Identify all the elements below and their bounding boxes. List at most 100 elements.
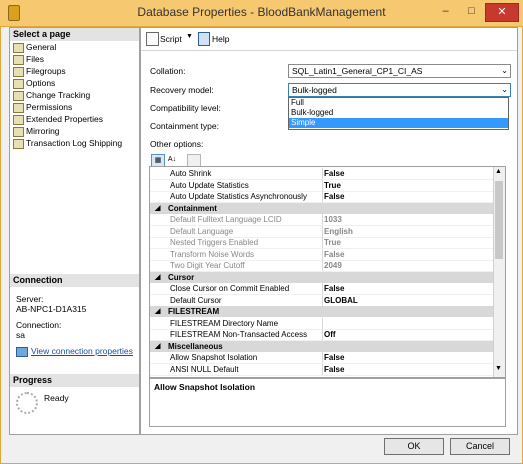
grid-row[interactable]: Allow Snapshot Isolation False (150, 352, 493, 364)
sidebar-item[interactable]: Files (10, 53, 139, 65)
scroll-thumb[interactable] (495, 181, 503, 259)
sidebar-item[interactable]: Options (10, 77, 139, 89)
grid-row[interactable]: Default Cursor GLOBAL (150, 294, 493, 307)
grid-row[interactable]: Close Cursor on Commit Enabled False (150, 283, 493, 295)
progress-header: Progress (10, 374, 139, 387)
property-value[interactable]: False (324, 168, 344, 179)
grid-category[interactable]: ◢ FILESTREAM (150, 306, 493, 317)
minimize-button[interactable]: – (433, 3, 458, 20)
property-name: FILESTREAM Non-Transacted Access (168, 329, 323, 340)
sidebar-item[interactable]: Change Tracking (10, 89, 139, 101)
sidebar-item-label: General (26, 42, 57, 52)
page-icon (13, 127, 24, 137)
property-value[interactable]: True (324, 180, 341, 191)
grid-scrollbar[interactable]: ▲ ▼ (493, 167, 505, 377)
server-label: Server: (16, 294, 44, 304)
sidebar-item-label: Files (26, 54, 44, 64)
grid-row[interactable]: Two Digit Year Cutoff 2049 (150, 260, 493, 272)
collapse-icon[interactable]: ◢ (155, 341, 160, 352)
grid-row[interactable]: FILESTREAM Directory Name (150, 317, 493, 330)
recovery-model-select[interactable]: Bulk-logged ⌄ (288, 83, 511, 97)
property-name: FILESTREAM Directory Name (168, 317, 323, 329)
property-name: Default Cursor (168, 294, 323, 306)
containment-type-label: Containment type: (150, 121, 219, 131)
recovery-option[interactable]: Full (289, 98, 508, 108)
grid-row[interactable]: Default Fulltext Language LCID 1033 (150, 214, 493, 226)
script-icon (146, 32, 159, 46)
chevron-down-icon: ⌄ (501, 85, 508, 94)
progress-spinner-icon (16, 392, 38, 414)
property-value[interactable]: False (324, 283, 344, 294)
page-icon (13, 55, 24, 65)
recovery-model-label: Recovery model: (150, 85, 214, 95)
collapse-icon[interactable]: ◢ (155, 272, 160, 283)
property-name: Auto Shrink (168, 168, 323, 179)
property-value[interactable]: False (324, 249, 344, 260)
sidebar-item[interactable]: Extended Properties (10, 113, 139, 125)
property-value[interactable]: 2049 (324, 260, 342, 271)
sidebar-item-label: Transaction Log Shipping (26, 138, 123, 148)
other-options-label: Other options: (150, 139, 204, 149)
sidebar-item[interactable]: Mirroring (10, 125, 139, 137)
grid-row[interactable]: Auto Shrink False (150, 168, 493, 180)
ok-button[interactable]: OK (384, 438, 444, 455)
sidebar-item[interactable]: General (10, 41, 139, 53)
property-name: Auto Update Statistics (168, 179, 323, 191)
page-list: General Files Filegroups Options Change Trac… (10, 41, 139, 149)
recovery-option[interactable]: Bulk-logged (289, 108, 508, 118)
recovery-model-dropdown: Full Bulk-logged Simple (288, 97, 509, 130)
sidebar-item[interactable]: Transaction Log Shipping (10, 137, 139, 149)
property-name: Nested Triggers Enabled (168, 237, 323, 248)
grid-row[interactable]: ANSI NULL Default False (150, 363, 493, 376)
sidebar-item-label: Filegroups (26, 66, 66, 76)
grid-category[interactable]: ◢ Miscellaneous (150, 340, 493, 352)
collapse-icon[interactable]: ◢ (155, 203, 160, 214)
connection-properties-icon (16, 347, 28, 357)
scroll-down-icon[interactable]: ▼ (495, 365, 502, 372)
grid-row[interactable]: Auto Update Statistics True (150, 179, 493, 192)
property-value[interactable]: False (324, 191, 344, 202)
chevron-down-icon: ⌄ (501, 66, 508, 75)
grid-row[interactable]: Auto Update Statistics Asynchronously Fal… (150, 191, 493, 203)
page-icon (13, 103, 24, 113)
property-value[interactable]: Off (324, 329, 336, 340)
property-name: ANSI NULL Default (168, 363, 323, 375)
script-dropdown-icon[interactable]: ▼ (186, 33, 193, 40)
sidebar-item-label: Mirroring (26, 126, 60, 136)
view-connection-properties-link[interactable]: View connection properties (31, 346, 133, 356)
property-value[interactable]: 1033 (324, 214, 342, 225)
grid-row[interactable]: Transform Noise Words False (150, 248, 493, 261)
recovery-model-value: Bulk-logged (292, 85, 337, 95)
sidebar-item[interactable]: Filegroups (10, 65, 139, 77)
cancel-button[interactable]: Cancel (450, 438, 510, 455)
progress-status: Ready (44, 393, 69, 403)
help-button[interactable]: Help (212, 34, 229, 44)
category-label: Cursor (168, 272, 195, 282)
grid-row[interactable]: Nested Triggers Enabled True (150, 237, 493, 249)
select-page-header: Select a page (10, 28, 139, 41)
property-value[interactable]: True (324, 237, 341, 248)
property-value[interactable]: False (324, 352, 344, 363)
property-name: Default Fulltext Language LCID (168, 214, 323, 225)
maximize-button[interactable]: □ (459, 3, 484, 20)
alphabetical-sort-icon[interactable]: A↓ (166, 154, 178, 165)
collation-select[interactable]: SQL_Latin1_General_CP1_CI_AS ⌄ (288, 64, 511, 78)
page-icon (13, 91, 24, 101)
property-name: Transform Noise Words (168, 248, 323, 260)
property-value[interactable]: GLOBAL (324, 295, 358, 306)
grid-category[interactable]: ◢ Containment (150, 202, 493, 214)
property-value[interactable]: English (324, 226, 353, 237)
sidebar-item[interactable]: Permissions (10, 101, 139, 113)
collapse-icon[interactable]: ◢ (155, 306, 160, 317)
property-value[interactable]: False (324, 364, 344, 375)
options-property-grid[interactable]: Auto Shrink False Auto Update Statistics Tr… (149, 166, 506, 378)
close-button[interactable]: ✕ (485, 3, 519, 22)
grid-row[interactable]: Default Language English (150, 225, 493, 238)
server-value: AB-NPC1-D1A315 (16, 304, 87, 314)
grid-row[interactable]: FILESTREAM Non-Transacted Access Off (150, 329, 493, 341)
recovery-option[interactable]: Simple (289, 118, 508, 128)
scroll-up-icon[interactable]: ▲ (495, 168, 502, 175)
grid-category[interactable]: ◢ Cursor (150, 271, 493, 283)
connection-label: Connection: (16, 320, 62, 330)
script-button[interactable]: Script (160, 34, 182, 44)
